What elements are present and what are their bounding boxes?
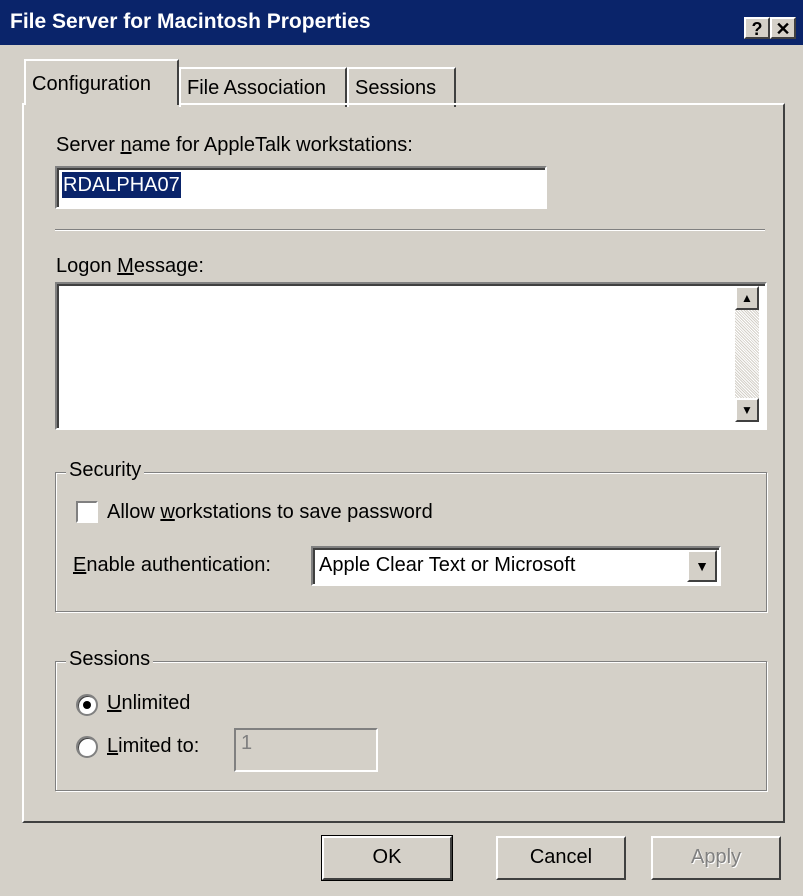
help-button[interactable]: ? xyxy=(744,17,770,39)
limited-label: Limited to: xyxy=(107,735,200,757)
unlimited-label: Unlimited xyxy=(107,692,191,714)
server-name-label: Server name for AppleTalk workstations: xyxy=(56,134,413,156)
tab-file-association[interactable]: File Association xyxy=(179,67,347,107)
dropdown-button[interactable]: ▼ xyxy=(687,550,717,582)
separator xyxy=(55,229,765,231)
scrollbar-track[interactable] xyxy=(735,310,759,398)
properties-dialog: File Server for Macintosh Properties ? ✕… xyxy=(0,0,803,896)
ok-button[interactable]: OK xyxy=(321,835,453,881)
authentication-value: Apple Clear Text or Microsoft xyxy=(319,554,576,576)
limited-radio[interactable] xyxy=(76,736,98,758)
authentication-dropdown[interactable]: Apple Clear Text or Microsoft ▼ xyxy=(311,546,721,586)
session-limit-input[interactable]: 1 xyxy=(234,728,378,772)
cancel-button[interactable]: Cancel xyxy=(496,836,626,880)
chevron-down-icon: ▼ xyxy=(695,558,709,574)
scroll-down-button[interactable]: ▼ xyxy=(735,398,759,422)
close-button[interactable]: ✕ xyxy=(770,17,796,39)
logon-message-textarea[interactable]: ▲ ▼ xyxy=(55,282,767,430)
tab-configuration[interactable]: Configuration xyxy=(24,59,179,105)
security-group-title: Security xyxy=(66,459,145,482)
title-bar[interactable]: File Server for Macintosh Properties ? ✕ xyxy=(0,0,803,45)
enable-authentication-label: Enable authentication: xyxy=(73,554,271,576)
logon-message-label: Logon Message: xyxy=(56,255,204,277)
tab-sessions[interactable]: Sessions xyxy=(347,67,456,107)
scroll-up-button[interactable]: ▲ xyxy=(735,286,759,310)
sessions-group-title: Sessions xyxy=(66,648,154,671)
window-title: File Server for Macintosh Properties xyxy=(10,10,371,33)
sessions-group: Sessions xyxy=(55,648,767,791)
save-password-label: Allow workstations to save password xyxy=(107,501,433,523)
server-name-input[interactable]: RDALPHA07 xyxy=(55,166,547,209)
arrow-up-icon: ▲ xyxy=(741,291,753,305)
save-password-checkbox[interactable] xyxy=(76,501,98,523)
unlimited-radio[interactable] xyxy=(76,694,98,716)
arrow-down-icon: ▼ xyxy=(741,403,753,417)
radio-selected-dot xyxy=(83,701,91,709)
server-name-value: RDALPHA07 xyxy=(62,172,181,198)
apply-button[interactable]: Apply xyxy=(651,836,781,880)
security-group: Security xyxy=(55,459,767,612)
